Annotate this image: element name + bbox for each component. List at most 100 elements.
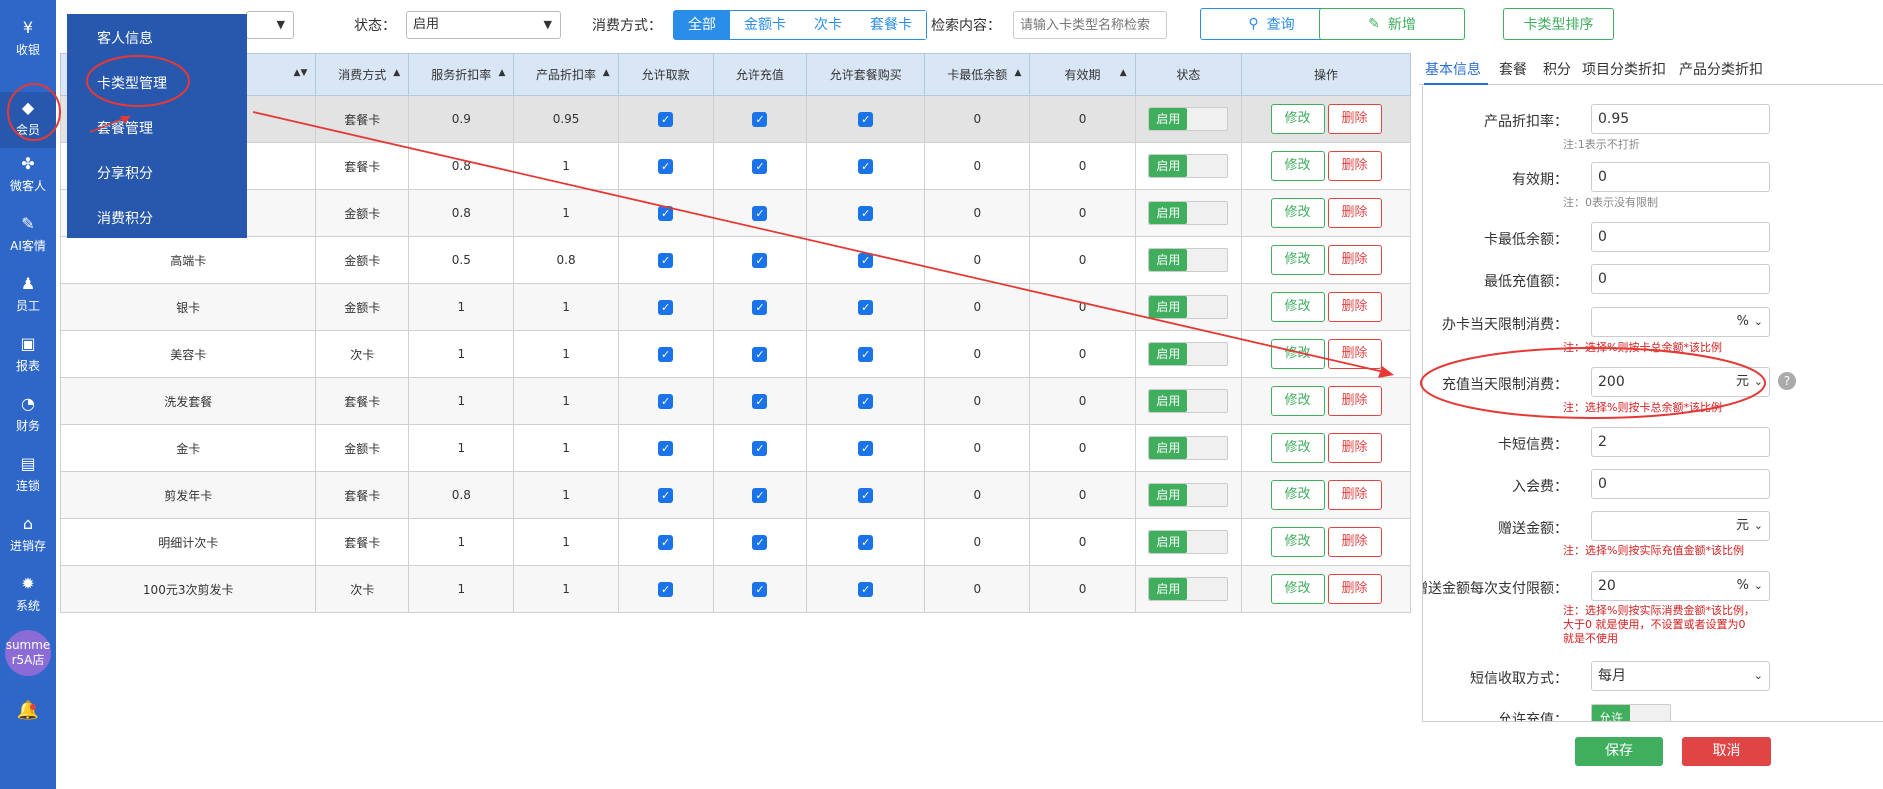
checkbox-allow-recharge[interactable]: ✓	[752, 581, 768, 597]
checkbox-allow-recharge[interactable]: ✓	[752, 393, 768, 409]
table-row[interactable]: 金卡 金额卡 1 1 ✓ ✓ ✓ 0 0 启用 修改 删除	[59, 424, 1411, 472]
table-row[interactable]: 明细计次卡 套餐卡 1 1 ✓ ✓ ✓ 0 0 启用 修改 删除	[59, 518, 1411, 566]
checkbox-allow-package[interactable]: ✓	[858, 299, 874, 315]
delete-button[interactable]: 删除	[1327, 527, 1382, 557]
edit-button[interactable]: 修改	[1270, 245, 1325, 275]
search-input[interactable]	[1013, 11, 1167, 39]
help-icon[interactable]: ?	[1778, 372, 1796, 390]
checkbox-allow-withdraw[interactable]: ✓	[658, 581, 674, 597]
delete-button[interactable]: 删除	[1327, 151, 1382, 181]
menu-item-consume-points[interactable]: 消费积分	[97, 208, 153, 228]
nav-item-member[interactable]: ◆ 会员	[0, 92, 56, 148]
col-header-prod-discount[interactable]: 产品折扣率 ▲	[513, 53, 619, 96]
nav-item-system[interactable]: ✹ 系统	[0, 568, 56, 624]
checkbox-allow-withdraw[interactable]: ✓	[658, 534, 674, 550]
nav-item-inventory[interactable]: ⌂ 进销存	[0, 508, 56, 564]
join-fee-input[interactable]: 0	[1591, 469, 1770, 499]
checkbox-allow-recharge[interactable]: ✓	[752, 158, 768, 174]
open-limit-input[interactable]: % ⌄	[1591, 307, 1770, 337]
nav-item-staff[interactable]: ♟ 员工	[0, 268, 56, 324]
bell-icon[interactable]: 🔔	[12, 700, 44, 730]
cancel-button[interactable]: 取消	[1682, 737, 1771, 766]
checkbox-allow-recharge[interactable]: ✓	[752, 252, 768, 268]
col-header-min-balance[interactable]: 卡最低余额 ▲	[924, 53, 1031, 96]
checkbox-allow-recharge[interactable]: ✓	[752, 534, 768, 550]
table-row[interactable]: 洗发套餐 套餐卡 1 1 ✓ ✓ ✓ 0 0 启用 修改 删除	[59, 377, 1411, 425]
pay-option-amount-card[interactable]: 金额卡	[730, 11, 800, 39]
delete-button[interactable]: 删除	[1327, 574, 1382, 604]
recharge-limit-input[interactable]: 200 元 ⌄	[1591, 367, 1770, 397]
edit-button[interactable]: 修改	[1270, 292, 1325, 322]
checkbox-allow-package[interactable]: ✓	[858, 205, 874, 221]
gift-input[interactable]: 元 ⌄	[1591, 511, 1770, 541]
checkbox-allow-package[interactable]: ✓	[858, 534, 874, 550]
table-row[interactable]: 高端卡 金额卡 0.5 0.8 ✓ ✓ ✓ 0 0 启用 修改 删除	[59, 236, 1411, 284]
checkbox-allow-withdraw[interactable]: ✓	[658, 205, 674, 221]
col-header-validity[interactable]: 有效期 ▲	[1029, 53, 1136, 96]
tab-basic-info[interactable]: 基本信息	[1425, 59, 1481, 79]
edit-button[interactable]: 修改	[1270, 104, 1325, 134]
prod-discount-input[interactable]: 0.95	[1591, 104, 1770, 134]
tab-product-category-discount[interactable]: 产品分类折扣	[1679, 59, 1763, 79]
tab-points[interactable]: 积分	[1543, 59, 1571, 79]
status-toggle[interactable]: 启用	[1148, 530, 1229, 554]
status-toggle[interactable]: 启用	[1148, 577, 1229, 601]
status-toggle[interactable]: 启用	[1148, 436, 1229, 460]
checkbox-allow-recharge[interactable]: ✓	[752, 299, 768, 315]
checkbox-allow-withdraw[interactable]: ✓	[658, 440, 674, 456]
checkbox-allow-withdraw[interactable]: ✓	[658, 393, 674, 409]
table-row[interactable]: 套餐卡 0.9 0.95 ✓ ✓ ✓ 0 0 启用 修改 删除	[59, 95, 1411, 143]
sms-mode-select[interactable]: 每月 ⌄	[1591, 661, 1770, 691]
checkbox-allow-package[interactable]: ✓	[858, 252, 874, 268]
allow-recharge-toggle[interactable]: 允许	[1591, 704, 1671, 721]
filter-select-left[interactable]: ▼	[246, 11, 294, 39]
status-toggle[interactable]: 启用	[1148, 201, 1229, 225]
sms-fee-input[interactable]: 2	[1591, 427, 1770, 457]
table-row[interactable]: 美容卡 次卡 1 1 ✓ ✓ ✓ 0 0 启用 修改 删除	[59, 330, 1411, 378]
checkbox-allow-withdraw[interactable]: ✓	[658, 346, 674, 362]
edit-button[interactable]: 修改	[1270, 151, 1325, 181]
edit-button[interactable]: 修改	[1270, 433, 1325, 463]
pay-option-times-card[interactable]: 次卡	[800, 11, 856, 39]
store-avatar[interactable]: summe r5A店	[5, 630, 51, 676]
checkbox-allow-withdraw[interactable]: ✓	[658, 252, 674, 268]
add-button[interactable]: ✎ 新增	[1319, 8, 1465, 40]
menu-item-card-type[interactable]: 卡类型管理	[97, 73, 167, 93]
edit-button[interactable]: 修改	[1270, 574, 1325, 604]
card-type-sort-button[interactable]: 卡类型排序	[1503, 8, 1614, 40]
status-select[interactable]: 启用 ▼	[406, 11, 561, 39]
validity-input[interactable]: 0	[1591, 162, 1770, 192]
pay-option-package-card[interactable]: 套餐卡	[856, 11, 926, 39]
pay-option-all[interactable]: 全部	[674, 11, 730, 39]
col-header-pay[interactable]: 消费方式 ▲	[315, 53, 410, 96]
status-toggle[interactable]: 启用	[1148, 295, 1229, 319]
table-row[interactable]: 套餐卡 0.8 1 ✓ ✓ ✓ 0 0 启用 修改 删除	[59, 142, 1411, 190]
min-recharge-input[interactable]: 0	[1591, 264, 1770, 294]
status-toggle[interactable]: 启用	[1148, 154, 1229, 178]
menu-item-share-points[interactable]: 分享积分	[97, 163, 153, 183]
delete-button[interactable]: 删除	[1327, 104, 1382, 134]
edit-button[interactable]: 修改	[1270, 527, 1325, 557]
nav-item-cashier[interactable]: ¥ 收银	[0, 12, 56, 68]
delete-button[interactable]: 删除	[1327, 198, 1382, 228]
checkbox-allow-recharge[interactable]: ✓	[752, 440, 768, 456]
delete-button[interactable]: 删除	[1327, 433, 1382, 463]
checkbox-allow-package[interactable]: ✓	[858, 111, 874, 127]
checkbox-allow-recharge[interactable]: ✓	[752, 487, 768, 503]
edit-button[interactable]: 修改	[1270, 339, 1325, 369]
checkbox-allow-package[interactable]: ✓	[858, 346, 874, 362]
edit-button[interactable]: 修改	[1270, 386, 1325, 416]
table-row[interactable]: 100元3次剪发卡 次卡 1 1 ✓ ✓ ✓ 0 0 启用 修改 删除	[59, 565, 1411, 613]
checkbox-allow-package[interactable]: ✓	[858, 158, 874, 174]
delete-button[interactable]: 删除	[1327, 386, 1382, 416]
checkbox-allow-recharge[interactable]: ✓	[752, 346, 768, 362]
delete-button[interactable]: 删除	[1327, 292, 1382, 322]
checkbox-allow-recharge[interactable]: ✓	[752, 111, 768, 127]
checkbox-allow-withdraw[interactable]: ✓	[658, 111, 674, 127]
nav-item-wechat-guest[interactable]: ✤ 微客人	[0, 148, 56, 204]
save-button[interactable]: 保存	[1575, 737, 1663, 766]
menu-item-guest-info[interactable]: 客人信息	[97, 28, 153, 48]
table-row[interactable]: 银卡 金额卡 1 1 ✓ ✓ ✓ 0 0 启用 修改 删除	[59, 283, 1411, 331]
nav-item-finance[interactable]: ◔ 财务	[0, 388, 56, 444]
checkbox-allow-package[interactable]: ✓	[858, 581, 874, 597]
